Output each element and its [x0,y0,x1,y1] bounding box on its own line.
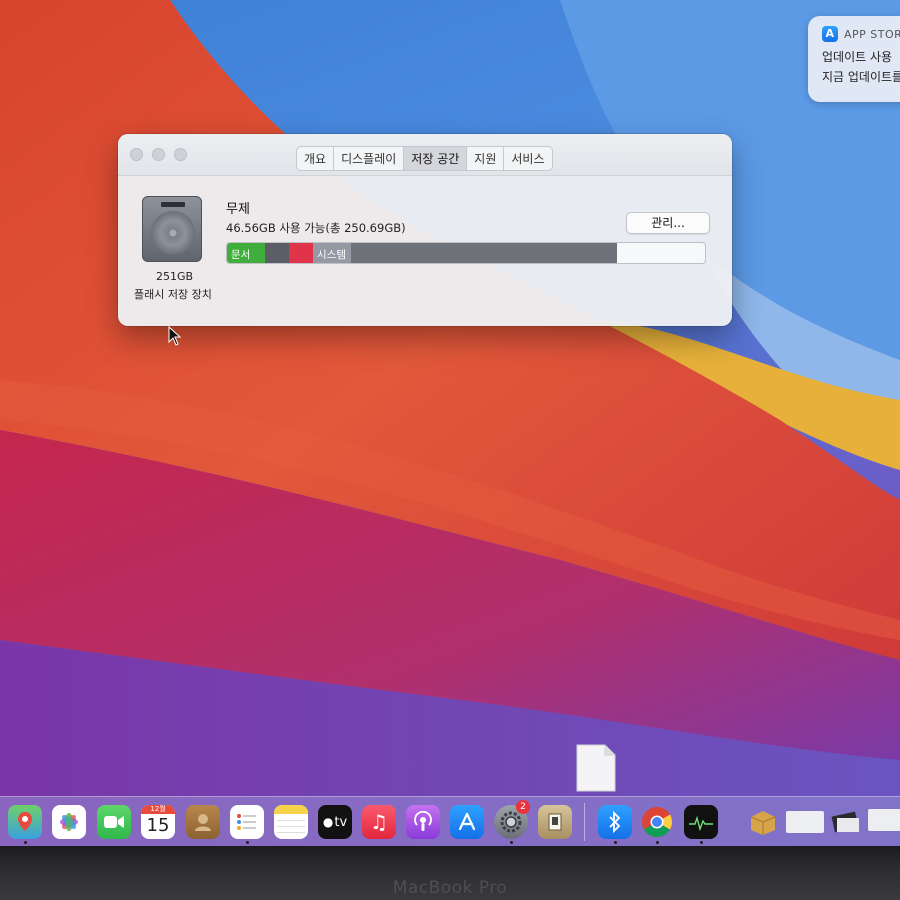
chrome-icon[interactable] [640,805,674,839]
storage-segment-label: 문서 [231,249,251,261]
package-icon[interactable] [746,805,780,839]
running-indicator [246,841,249,844]
running-indicator [510,841,513,844]
tab-displays[interactable]: 디스플레이 [334,147,405,170]
tab-service[interactable]: 서비스 [504,147,551,170]
manage-button[interactable]: 관리... [626,212,710,234]
disk-capacity: 251GB [156,270,194,283]
running-indicator [24,841,27,844]
running-indicator [700,841,703,844]
document-thumbnail-icon[interactable] [786,811,824,833]
calendar-day: 15 [146,815,170,836]
notification-app-name: APP STOR [844,27,900,41]
zoom-button[interactable] [174,148,187,161]
tab-bar: 개요 디스플레이 저장 공간 지원 서비스 [296,146,553,171]
storage-usage-bar[interactable]: 문서 시스템 [226,242,706,264]
contacts-icon[interactable] [186,805,220,839]
volume-availability: 46.56GB 사용 가능(총 250.69GB) [226,221,406,235]
bluetooth-icon[interactable] [598,805,632,839]
notification-title: 업데이트 사용 [822,50,893,64]
minimize-button[interactable] [152,148,165,161]
storage-segment[interactable]: 문서 [227,243,266,263]
dock-separator [584,803,585,841]
notification-badge: 2 [516,800,530,814]
photos-icon[interactable] [52,805,86,839]
desktop-wallpaper [0,0,900,850]
calendar-month: 12월 [141,805,175,814]
activity-monitor-icon[interactable] [684,805,718,839]
storage-panel: 251GB 플래시 저장 장치 무제 46.56GB 사용 가능(총 250.6… [118,176,732,326]
music-icon[interactable]: ♫ [362,805,396,839]
tab-storage[interactable]: 저장 공간 [404,147,468,170]
podcasts-icon[interactable] [406,805,440,839]
storage-segment[interactable] [289,243,314,263]
storage-segment[interactable]: 시스템 [313,243,352,263]
notes-icon[interactable] [274,805,308,839]
disk-type: 플래시 저장 장치 [134,288,212,301]
calendar-icon[interactable]: 12월 15 [141,805,175,839]
close-button[interactable] [130,148,143,161]
document-file-icon[interactable] [575,744,617,792]
volume-name: 무제 [226,202,250,217]
apple-logo-icon: ● [322,815,334,829]
facetime-icon[interactable] [97,805,131,839]
maps-icon[interactable] [8,805,42,839]
about-this-mac-window: 개요 디스플레이 저장 공간 지원 서비스 251GB 플래시 저장 장치 무제… [118,134,732,326]
notification-body: 지금 업데이트를 [822,70,900,84]
preview-icon[interactable] [538,805,572,839]
folder-stack-icon[interactable] [828,805,864,839]
apple-tv-icon[interactable]: ● tv [318,805,352,839]
app-store-notification[interactable]: A APP STOR 업데이트 사용 지금 업데이트를 [808,16,900,102]
dock: 12월 15 ● tv ♫ [0,796,900,846]
tab-overview[interactable]: 개요 [297,147,335,170]
device-label: MacBook Pro [392,878,508,898]
storage-segment-label: 시스템 [317,249,346,261]
hard-disk-icon [142,196,202,262]
running-indicator [614,841,617,844]
storage-segment[interactable] [265,243,290,263]
running-indicator [656,841,659,844]
window-controls [130,148,187,161]
mouse-cursor-icon [168,326,182,346]
storage-segment[interactable] [351,243,617,263]
reminders-icon[interactable] [230,805,264,839]
app-store-dock-icon[interactable] [450,805,484,839]
window-titlebar[interactable]: 개요 디스플레이 저장 공간 지원 서비스 [118,134,732,176]
tab-support[interactable]: 지원 [467,147,505,170]
screenshot-thumbnail-icon[interactable] [868,809,900,831]
tv-label: tv [334,814,348,830]
notification-header: A APP STOR [822,26,900,42]
app-store-icon: A [822,26,838,42]
